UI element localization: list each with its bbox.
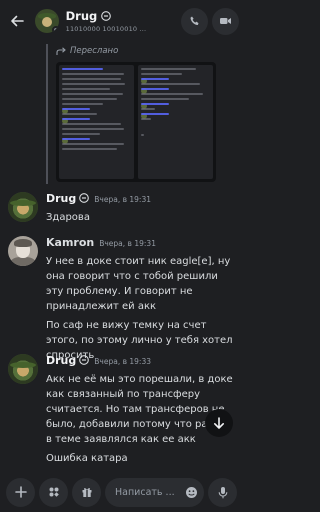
video-camera-icon: [220, 18, 231, 24]
phone-icon: [190, 16, 198, 25]
message-text: Акк не её мы это порешали, в доке как св…: [46, 374, 233, 445]
message-content: Здарова: [46, 210, 235, 229]
message-author[interactable]: Drug: [46, 354, 76, 367]
forwarded-screenshot-right: [138, 65, 213, 179]
gift-icon: [82, 488, 91, 497]
message-group: Drug Вчера, в 19:33 Акк не её мы это пор…: [0, 354, 243, 464]
forwarded-label: Переслано: [70, 46, 119, 56]
voice-message-button[interactable]: [208, 477, 237, 507]
forward-arrow-icon: [56, 46, 66, 55]
message-timestamp: Вчера, в 19:31: [99, 239, 156, 248]
back-button[interactable]: [0, 0, 35, 42]
message-group: Kamron Вчера, в 19:31 У нее в доке стоит…: [0, 236, 243, 361]
header-name: Drug: [65, 9, 98, 23]
avatar[interactable]: [8, 236, 38, 266]
message-author[interactable]: Drug: [46, 192, 76, 205]
message-composer: Написать ...: [0, 472, 243, 512]
message-content: У нее в доке стоит ник eagle[e], ну она …: [46, 254, 235, 367]
apps-icon: [49, 487, 59, 497]
message-input[interactable]: Написать ...: [105, 477, 204, 507]
apps-button[interactable]: [39, 477, 68, 507]
header-avatar[interactable]: [34, 9, 59, 33]
forwarded-image[interactable]: [56, 62, 216, 182]
video-call-button[interactable]: [212, 7, 239, 35]
minus-circle-icon: [79, 355, 90, 365]
jump-to-latest-button[interactable]: [205, 409, 233, 437]
header-subtitle: 11010000 10010010 ...: [65, 25, 147, 33]
forwarded-message: Переслано: [46, 44, 232, 184]
minus-circle-icon: [79, 193, 90, 203]
plus-icon: [14, 486, 27, 498]
arrow-left-icon: [11, 15, 25, 27]
message-author[interactable]: Kamron: [46, 236, 94, 249]
message-group: Drug Вчера, в 19:31 Здарова: [0, 192, 243, 223]
message-timestamp: Вчера, в 19:33: [94, 357, 151, 366]
message-text: Здарова: [46, 212, 90, 223]
avatar[interactable]: [8, 354, 38, 384]
chat-header: Drug 11010000 10010010 ...: [0, 0, 243, 42]
status-badge: [51, 26, 59, 33]
attach-button[interactable]: [6, 477, 35, 507]
arrow-down-icon: [214, 417, 224, 429]
emoji-icon[interactable]: [185, 486, 198, 499]
minus-circle-icon: [101, 11, 112, 21]
gift-button[interactable]: [72, 477, 101, 507]
message-input-placeholder: Написать ...: [115, 486, 175, 498]
forwarded-screenshot-left: [59, 65, 134, 179]
header-title-block[interactable]: Drug 11010000 10010010 ...: [66, 9, 181, 33]
message-text: У нее в доке стоит ник eagle[e], ну она …: [46, 256, 231, 312]
microphone-icon: [218, 486, 227, 498]
message-text: Ошибка катара: [46, 453, 128, 464]
message-timestamp: Вчера, в 19:31: [94, 195, 151, 204]
avatar[interactable]: [8, 192, 38, 222]
call-button[interactable]: [181, 7, 208, 35]
